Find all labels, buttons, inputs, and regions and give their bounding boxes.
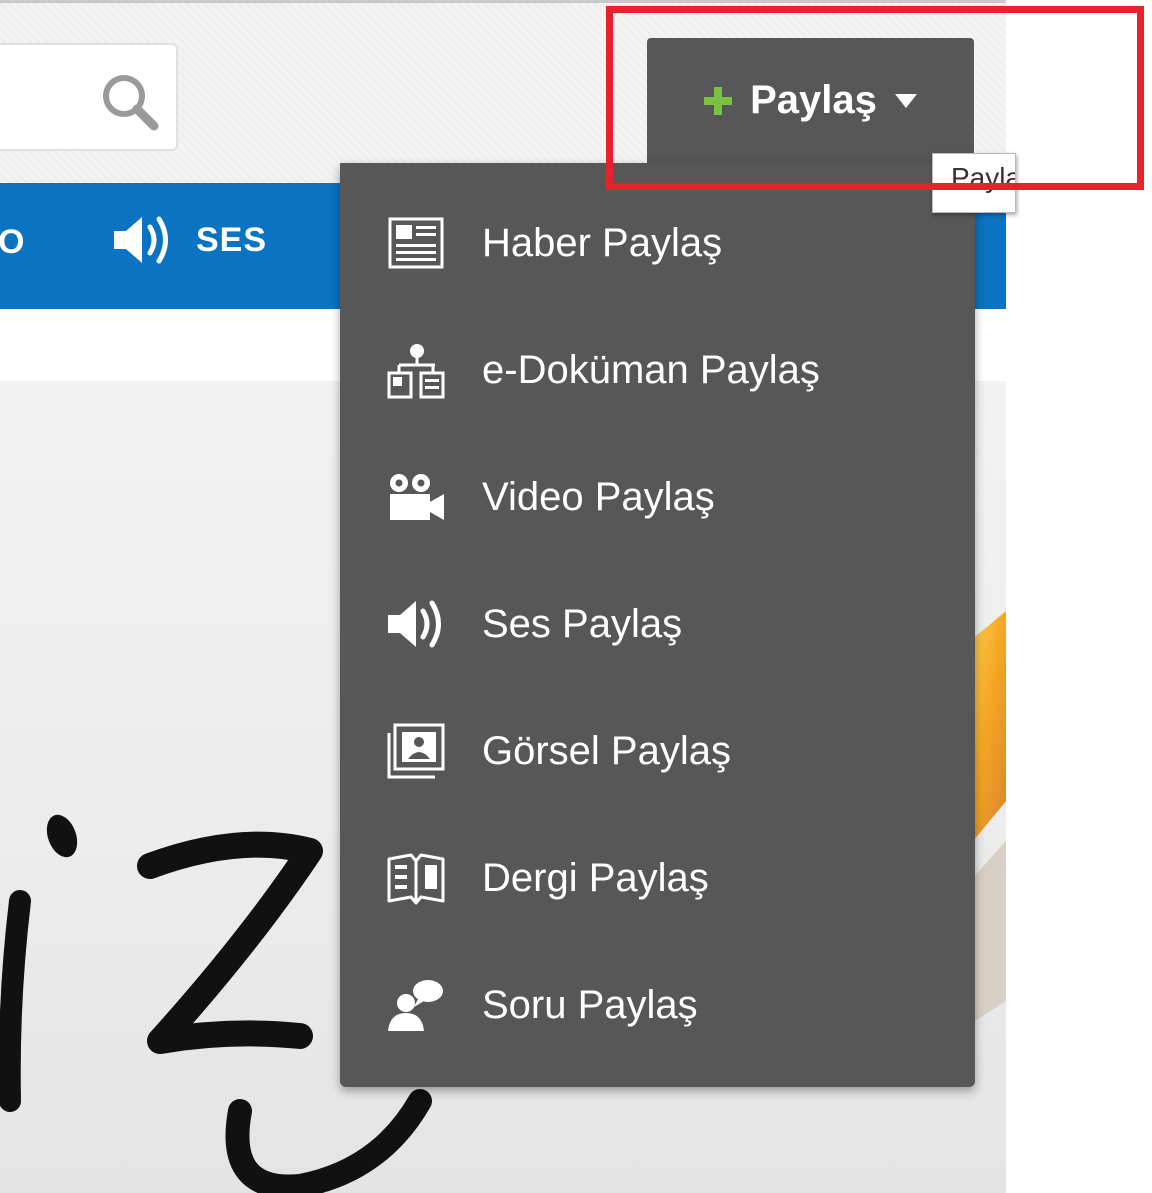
share-dropdown-menu: Haber Paylaş e-Doküman Paylaş Video Payl… xyxy=(340,163,975,1087)
menu-item-dergi-paylas[interactable]: Dergi Paylaş xyxy=(340,814,975,942)
menu-item-ses-paylas[interactable]: Ses Paylaş xyxy=(340,560,975,688)
menu-item-label: Haber Paylaş xyxy=(482,220,723,265)
search-icon[interactable] xyxy=(98,70,162,134)
image-icon xyxy=(386,721,446,781)
nav-item-ses-label: SES xyxy=(196,220,268,259)
menu-item-label: Görsel Paylaş xyxy=(482,728,731,773)
magazine-icon xyxy=(386,848,446,908)
caret-down-icon xyxy=(894,93,917,108)
menu-item-video-paylas[interactable]: Video Paylaş xyxy=(340,433,975,561)
menu-item-label: e-Doküman Paylaş xyxy=(482,347,820,392)
question-user-icon xyxy=(386,975,446,1035)
speaker-icon xyxy=(386,594,446,654)
menu-item-label: Soru Paylaş xyxy=(482,982,698,1027)
newspaper-icon xyxy=(386,213,446,273)
menu-item-gorsel-paylas[interactable]: Görsel Paylaş xyxy=(340,687,975,815)
menu-item-label: Video Paylaş xyxy=(482,474,715,519)
menu-item-label: Dergi Paylaş xyxy=(482,855,709,900)
share-button[interactable]: Paylaş xyxy=(647,38,974,163)
menu-item-label: Ses Paylaş xyxy=(482,601,683,646)
share-tooltip: Paylaş xyxy=(932,153,1016,213)
search-input[interactable] xyxy=(0,43,178,151)
menu-item-haber-paylas[interactable]: Haber Paylaş xyxy=(340,179,975,307)
menu-item-e-dokuman-paylas[interactable]: e-Doküman Paylaş xyxy=(340,306,975,434)
document-network-icon xyxy=(386,340,446,400)
nav-item-ses[interactable]: SES xyxy=(110,213,267,267)
nav-item-partial[interactable]: O xyxy=(0,223,25,262)
menu-item-soru-paylas[interactable]: Soru Paylaş xyxy=(340,941,975,1069)
video-camera-icon xyxy=(386,467,446,527)
speaker-icon xyxy=(114,216,168,264)
plus-icon xyxy=(704,86,733,115)
share-button-label: Paylaş xyxy=(750,78,877,122)
